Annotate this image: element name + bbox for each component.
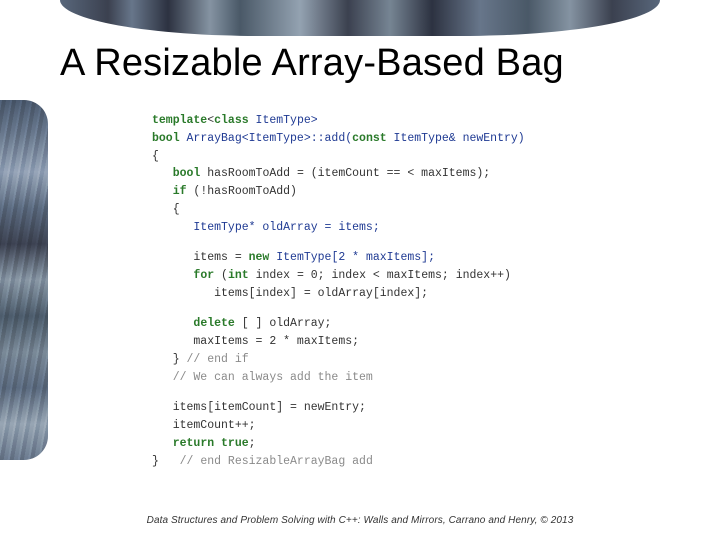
- code-line: bool hasRoomToAdd = (itemCount == < maxI…: [152, 165, 600, 183]
- code-line: items = new ItemType[2 * maxItems];: [152, 249, 600, 267]
- code-line: itemCount++;: [152, 417, 600, 435]
- code-line: items[index] = oldArray[index];: [152, 285, 600, 303]
- code-line: } // end ResizableArrayBag add: [152, 453, 600, 471]
- slide-title: A Resizable Array-Based Bag: [60, 42, 680, 85]
- code-line: if (!hasRoomToAdd): [152, 183, 600, 201]
- code-line: bool ArrayBag<ItemType>::add(const ItemT…: [152, 130, 600, 148]
- code-line: return true;: [152, 435, 600, 453]
- code-line: items[itemCount] = newEntry;: [152, 399, 600, 417]
- code-blank: [152, 237, 600, 250]
- slide-footer: Data Structures and Problem Solving with…: [0, 515, 720, 526]
- code-line: ItemType* oldArray = items;: [152, 219, 600, 237]
- code-blank: [152, 303, 600, 316]
- decorative-top-strip: [60, 0, 660, 36]
- code-blank: [152, 387, 600, 400]
- decorative-left-strip: [0, 100, 48, 460]
- code-line: delete [ ] oldArray;: [152, 315, 600, 333]
- code-line: for (int index = 0; index < maxItems; in…: [152, 267, 600, 285]
- slide: A Resizable Array-Based Bag template<cla…: [0, 0, 720, 540]
- code-line: // We can always add the item: [152, 369, 600, 387]
- code-line: {: [152, 201, 600, 219]
- code-line: } // end if: [152, 351, 600, 369]
- code-listing: template<class ItemType> bool ArrayBag<I…: [152, 112, 600, 471]
- code-line: {: [152, 148, 600, 166]
- code-line: maxItems = 2 * maxItems;: [152, 333, 600, 351]
- code-line: template<class ItemType>: [152, 112, 600, 130]
